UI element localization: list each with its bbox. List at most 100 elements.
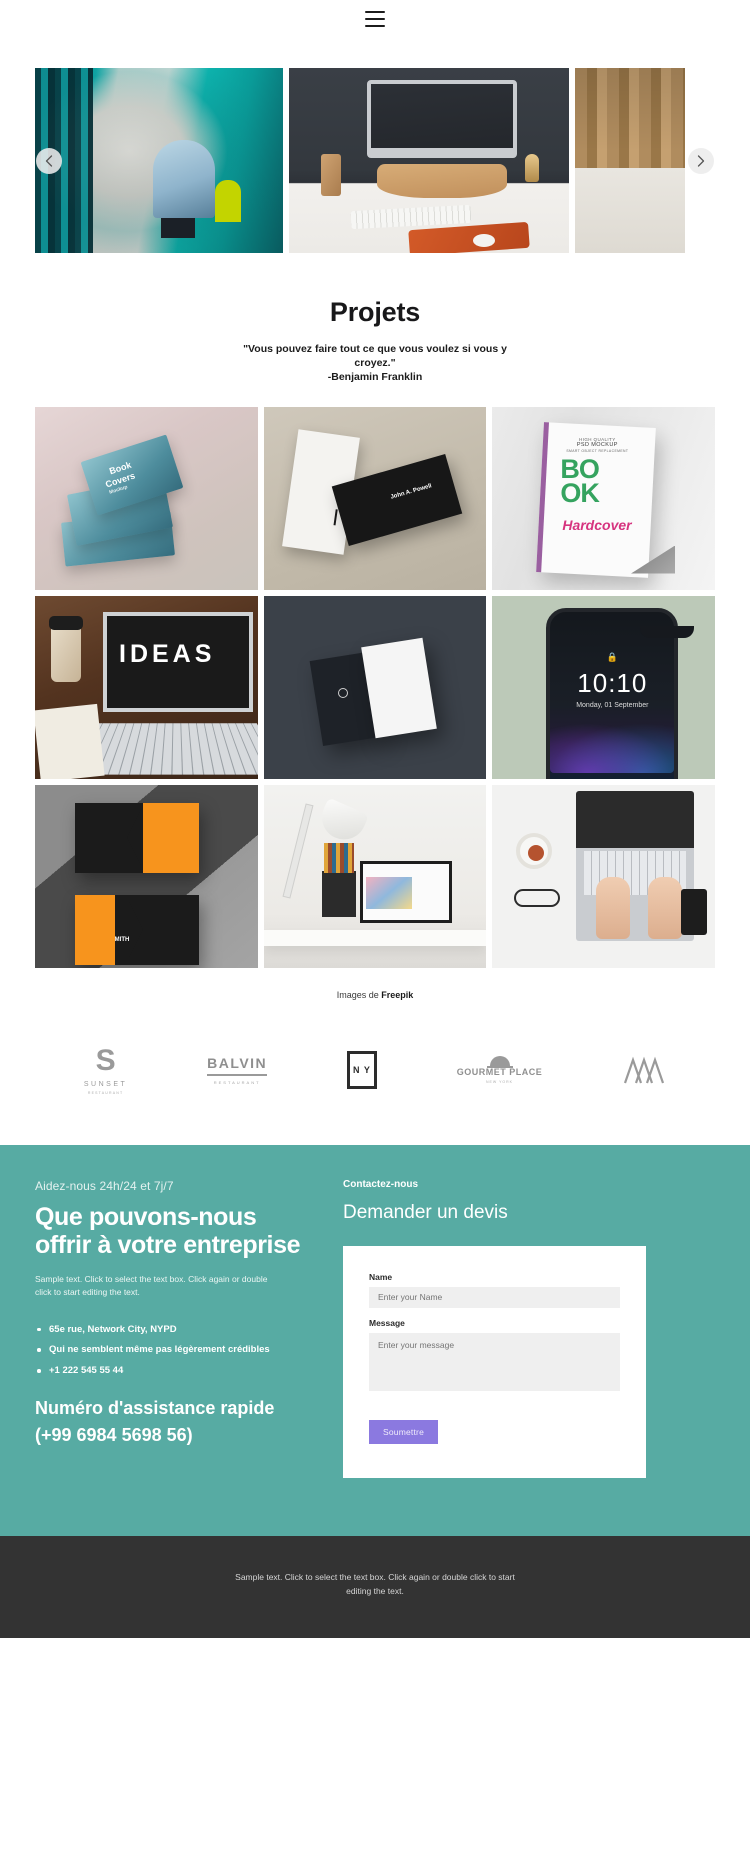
logo-balvin[interactable]: BALVIN RESTAURANT	[207, 1055, 268, 1086]
project-card-lamp-desk[interactable]	[263, 784, 487, 968]
phone-on-desk	[681, 888, 707, 935]
mouse	[473, 234, 495, 247]
form-eyebrow: Contactez-nous	[343, 1178, 418, 1190]
balvin-sublabel: RESTAURANT	[213, 1080, 261, 1086]
logo-sunset[interactable]: S SUNSET RESTAURANT	[83, 1045, 128, 1095]
list-item: Qui ne semblent même pas légèrement créd…	[35, 1343, 315, 1357]
contact-details-list: 65e rue, Network City, NYPD Qui ne sembl…	[35, 1323, 315, 1378]
pencil-cup	[321, 154, 341, 196]
desk-mat	[408, 221, 530, 253]
gourmet-label: GOURMET PLACE	[456, 1067, 543, 1078]
ny-label: N Y	[353, 1065, 371, 1076]
credit-prefix: Images de	[336, 989, 382, 1000]
sunset-sublabel: RESTAURANT	[87, 1090, 124, 1095]
site-header	[0, 0, 750, 38]
logo-gourmet-place[interactable]: GOURMET PLACE NEW YORK	[457, 1056, 543, 1084]
hardcover-script: Hardcover	[562, 516, 632, 533]
hamburger-menu-icon[interactable]	[365, 11, 385, 27]
carousel-slide-2[interactable]	[289, 68, 569, 253]
list-item: 65e rue, Network City, NYPD	[35, 1323, 315, 1337]
mountains-icon	[624, 1056, 665, 1084]
word-ok: OK	[560, 478, 599, 509]
site-footer: Sample text. Click to select the text bo…	[0, 1535, 750, 1638]
ny-box: N Y	[346, 1051, 377, 1090]
lamp-arm	[282, 802, 314, 899]
pencil-holder	[321, 842, 356, 917]
projects-grid: Book Covers Mockup John A. Powell HIGH Q…	[35, 406, 715, 968]
credit-brand: Freepik	[381, 989, 414, 1000]
quote-request-form: Name Message Soumettre	[343, 1245, 646, 1478]
carousel-track[interactable]	[0, 68, 750, 253]
name-input[interactable]	[369, 1286, 620, 1308]
hexagon-shape-2	[85, 900, 143, 959]
office-man-image	[35, 68, 283, 253]
menu-bar-1	[365, 11, 385, 13]
carousel-slide-1[interactable]	[35, 68, 283, 253]
lamp-shade	[314, 797, 369, 846]
logo-mountains[interactable]	[622, 1056, 666, 1084]
desk-bulb	[525, 154, 539, 182]
phone-notch	[640, 625, 695, 638]
card-logo-dot	[337, 687, 348, 698]
message-label: Message	[369, 1317, 405, 1328]
submit-button[interactable]: Soumettre	[369, 1419, 439, 1444]
balvin-rule	[207, 1074, 268, 1077]
menu-bar-3	[365, 25, 385, 27]
contact-heading: Que pouvons-nous offrir à votre entrepri…	[35, 1202, 301, 1259]
hardcover-word: BO OK	[560, 455, 599, 509]
project-card-business-cards-light[interactable]: John A. Powell	[263, 406, 487, 590]
gourmet-sublabel: NEW YORK	[486, 1080, 514, 1085]
contact-section: Aidez-nous 24h/24 et 7j/7 Que pouvons-no…	[0, 1144, 750, 1536]
hand-right	[648, 876, 683, 939]
message-field-block: Message	[369, 1318, 620, 1410]
chevron-left-icon	[45, 154, 53, 167]
sunset-label: SUNSET	[83, 1080, 128, 1088]
carousel-slide-3[interactable]	[575, 68, 685, 253]
orange-card-brand: DESIGN	[157, 848, 177, 855]
hardcover-kicker: HIGH QUALITY PSD MOCKUP SMART OBJECT REP…	[564, 437, 630, 453]
list-item: +1 222 545 55 44	[35, 1364, 315, 1378]
form-heading: Demander un devis	[343, 1201, 508, 1223]
chevron-right-icon	[697, 154, 705, 167]
project-card-book-hardcover[interactable]: HIGH QUALITY PSD MOCKUP SMART OBJECT REP…	[492, 406, 715, 590]
project-card-phone-mockup[interactable]: 🔒 10:10 Monday, 01 September	[492, 595, 715, 779]
cloche-icon	[486, 1056, 513, 1069]
contact-eyebrow: Aidez-nous 24h/24 et 7j/7	[35, 1178, 174, 1193]
project-card-orange-cards[interactable]: DESIGN MARK SMITH	[35, 784, 258, 968]
page-title: Projets	[329, 297, 421, 327]
footer-text: Sample text. Click to select the text bo…	[235, 1571, 515, 1596]
carousel-next-button[interactable]	[688, 147, 714, 174]
project-card-ideas-laptop[interactable]: IDEAS	[35, 595, 258, 779]
name-field-block: Name	[369, 1272, 620, 1308]
laptop-screen-text: IDEAS	[119, 639, 216, 668]
hexagon-shape-1	[127, 808, 185, 867]
project-card-book-covers[interactable]: Book Covers Mockup	[35, 406, 258, 590]
notebook	[35, 703, 105, 779]
carousel-prev-button[interactable]	[36, 147, 62, 174]
support-phone: (+99 6984 5698 56)	[35, 1425, 193, 1446]
name-label: Name	[369, 1271, 393, 1282]
coffee-cup	[49, 615, 83, 682]
project-card-hands-typing[interactable]	[492, 784, 715, 968]
desk-shelf	[263, 929, 487, 946]
lock-icon: 🔒	[606, 651, 618, 662]
partner-logos: S SUNSET RESTAURANT BALVIN RESTAURANT N …	[0, 999, 750, 1145]
glasses-icon	[514, 888, 561, 907]
message-input[interactable]	[369, 1332, 620, 1391]
phone-wallpaper-wave	[550, 722, 675, 773]
orange-card-name: MARK SMITH	[91, 936, 130, 943]
lockscreen-date: Monday, 01 September	[576, 701, 649, 709]
orange-card-front: DESIGN	[75, 802, 199, 873]
image-credit: Images de Freepik	[0, 968, 750, 1000]
keyboard	[350, 204, 472, 230]
coffee-cup-topdown	[516, 832, 553, 869]
hand-left	[596, 876, 631, 939]
dark-card-2	[360, 637, 437, 738]
project-card-dark-cards[interactable]	[263, 595, 487, 779]
support-heading: Numéro d'assistance rapide	[35, 1397, 275, 1418]
contact-info-column: Aidez-nous 24h/24 et 7j/7 Que pouvons-no…	[35, 1179, 315, 1478]
contact-sample-text: Sample text. Click to select the text bo…	[35, 1274, 268, 1297]
logo-ny[interactable]: N Y	[346, 1051, 377, 1090]
imac-stand	[377, 164, 507, 198]
quote-text: "Vous pouvez faire tout ce que vous voul…	[243, 343, 507, 370]
